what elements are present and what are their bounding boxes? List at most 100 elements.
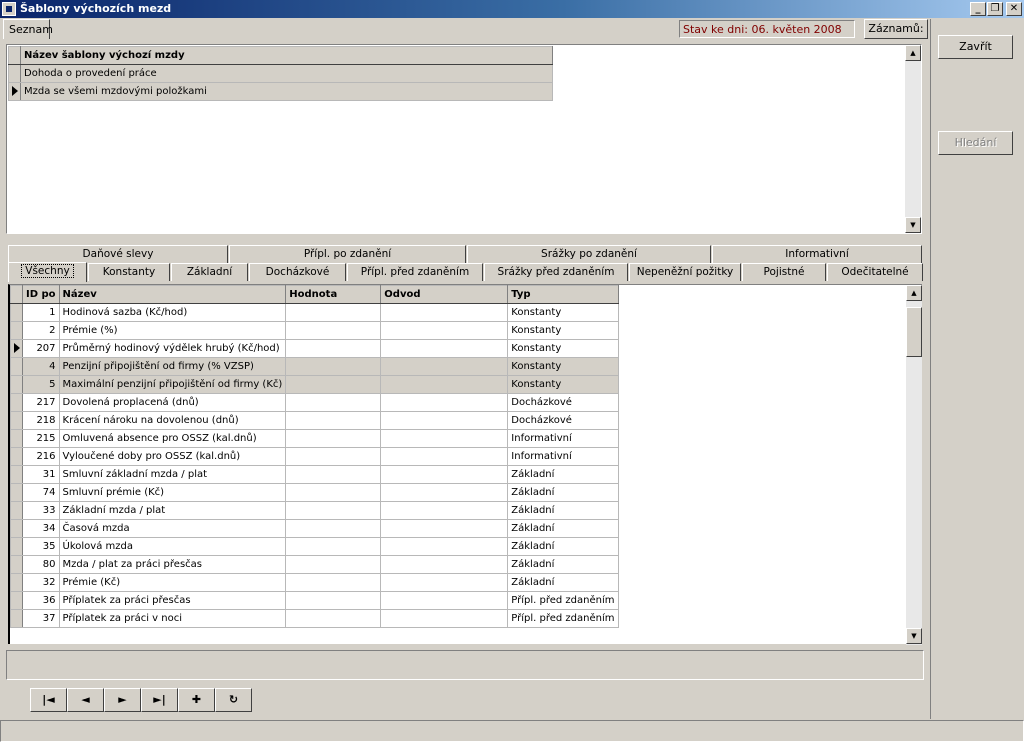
item-row[interactable]: 74 Smluvní prémie (Kč) Základní (10, 483, 619, 502)
type-cell[interactable]: Informativní (507, 447, 619, 466)
type-cell[interactable]: Konstanty (507, 339, 619, 358)
odvod-cell[interactable] (380, 303, 509, 322)
value-cell[interactable] (285, 591, 382, 610)
name-cell[interactable]: Příplatek za práci v noci (58, 609, 287, 628)
row-indicator[interactable] (10, 519, 23, 538)
id-cell[interactable]: 5 (22, 375, 60, 394)
tab-seznam[interactable]: Seznam (3, 19, 53, 39)
tab-row2-6[interactable]: Nepeněžní požitky (629, 263, 741, 281)
odvod-cell[interactable] (380, 321, 509, 340)
id-cell[interactable]: 37 (22, 609, 60, 628)
name-cell[interactable]: Mzda / plat za práci přesčas (58, 555, 287, 574)
type-cell[interactable]: Docházkové (507, 393, 619, 412)
type-cell[interactable]: Konstanty (507, 375, 619, 394)
name-cell[interactable]: Průměrný hodinový výdělek hrubý (Kč/hod) (58, 339, 287, 358)
template-name-cell[interactable]: Mzda se všemi mzdovými položkami (20, 82, 553, 101)
odvod-cell[interactable] (380, 573, 509, 592)
value-cell[interactable] (285, 321, 382, 340)
odvod-cell[interactable] (380, 483, 509, 502)
type-cell[interactable]: Základní (507, 501, 619, 520)
id-cell[interactable]: 36 (22, 591, 60, 610)
odvod-cell[interactable] (380, 519, 509, 538)
item-row[interactable]: 34 Časová mzda Základní (10, 519, 619, 538)
item-row[interactable]: 2 Prémie (%) Konstanty (10, 321, 619, 340)
value-cell[interactable] (285, 393, 382, 412)
tab-row2-2[interactable]: Základní (171, 263, 248, 281)
odvod-cell[interactable] (380, 375, 509, 394)
close-form-button[interactable]: Zavřít (938, 35, 1013, 59)
item-row[interactable]: 32 Prémie (Kč) Základní (10, 573, 619, 592)
name-cell[interactable]: Penzijní připojištění od firmy (% VZSP) (58, 357, 287, 376)
previous-record-icon[interactable]: ◄ (67, 688, 104, 712)
odvod-cell[interactable] (380, 411, 509, 430)
name-cell[interactable]: Smluvní prémie (Kč) (58, 483, 287, 502)
odvod-cell[interactable] (380, 429, 509, 448)
templates-scrollbar[interactable]: ▲ ▼ (905, 45, 921, 233)
row-indicator[interactable] (10, 411, 23, 430)
items-grid[interactable]: ID po Název Hodnota Odvod Typ 1 Hodinová sazb… (8, 284, 922, 645)
row-indicator[interactable] (10, 483, 23, 502)
id-cell[interactable]: 35 (22, 537, 60, 556)
type-cell[interactable]: Základní (507, 555, 619, 574)
id-cell[interactable]: 215 (22, 429, 60, 448)
close-button[interactable]: ✕ (1006, 2, 1022, 16)
value-cell[interactable] (285, 519, 382, 538)
item-row[interactable]: 4 Penzijní připojištění od firmy (% VZSP)… (10, 357, 619, 376)
value-cell[interactable] (285, 537, 382, 556)
name-cell[interactable]: Maximální penzijní připojištění od firmy… (58, 375, 287, 394)
row-indicator[interactable] (10, 357, 23, 376)
odvod-cell[interactable] (380, 591, 509, 610)
item-row[interactable]: 33 Základní mzda / plat Základní (10, 501, 619, 520)
value-cell[interactable] (285, 357, 382, 376)
item-row[interactable]: 36 Příplatek za práci přesčas Přípl. před … (10, 591, 619, 610)
name-cell[interactable]: Úkolová mzda (58, 537, 287, 556)
type-cell[interactable]: Základní (507, 483, 619, 502)
column-header-template-name[interactable]: Název šablony výchozí mzdy (20, 46, 553, 65)
tab-row2-0[interactable]: Všechny (8, 262, 87, 282)
item-row[interactable]: 207 Průměrný hodinový výdělek hrubý (Kč/h… (10, 339, 619, 358)
id-cell[interactable]: 32 (22, 573, 60, 592)
row-indicator[interactable] (10, 573, 23, 592)
value-cell[interactable] (285, 555, 382, 574)
tab-row2-7[interactable]: Pojistné (742, 263, 826, 281)
type-cell[interactable]: Docházkové (507, 411, 619, 430)
restore-button[interactable]: ❐ (987, 2, 1003, 16)
row-indicator[interactable] (10, 501, 23, 520)
tab-row1-2[interactable]: Srážky po zdanění (467, 245, 711, 263)
name-cell[interactable]: Prémie (%) (58, 321, 287, 340)
item-row[interactable]: 216 Vyloučené doby pro OSSZ (kal.dnů) Info… (10, 447, 619, 466)
odvod-cell[interactable] (380, 555, 509, 574)
value-cell[interactable] (285, 375, 382, 394)
type-cell[interactable]: Konstanty (507, 303, 619, 322)
row-indicator[interactable] (8, 82, 21, 101)
last-record-icon[interactable]: ►| (141, 688, 178, 712)
scroll-up-arrow-icon[interactable]: ▲ (906, 285, 922, 301)
template-name-cell[interactable]: Dohoda o provedení práce (20, 64, 553, 83)
value-cell[interactable] (285, 573, 382, 592)
odvod-cell[interactable] (380, 393, 509, 412)
odvod-cell[interactable] (380, 501, 509, 520)
tab-row2-1[interactable]: Konstanty (88, 263, 170, 281)
name-cell[interactable]: Prémie (Kč) (58, 573, 287, 592)
records-count-button[interactable]: Záznamů: (864, 19, 928, 39)
name-cell[interactable]: Vyloučené doby pro OSSZ (kal.dnů) (58, 447, 287, 466)
scrollbar-track[interactable] (905, 61, 921, 117)
column-header-value[interactable]: Hodnota (285, 285, 382, 304)
first-record-icon[interactable]: |◄ (30, 688, 67, 712)
tab-row1-0[interactable]: Daňové slevy (8, 245, 228, 263)
id-cell[interactable]: 216 (22, 447, 60, 466)
name-cell[interactable]: Časová mzda (58, 519, 287, 538)
tab-row1-3[interactable]: Informativní (712, 245, 922, 263)
item-row[interactable]: 5 Maximální penzijní připojištění od firm… (10, 375, 619, 394)
item-row[interactable]: 1 Hodinová sazba (Kč/hod) Konstanty (10, 303, 619, 322)
row-indicator[interactable] (10, 537, 23, 556)
row-indicator[interactable] (10, 555, 23, 574)
template-row[interactable]: Mzda se všemi mzdovými položkami (8, 82, 553, 101)
id-cell[interactable]: 217 (22, 393, 60, 412)
name-cell[interactable]: Krácení nároku na dovolenou (dnů) (58, 411, 287, 430)
tab-row2-3[interactable]: Docházkové (249, 263, 346, 281)
type-cell[interactable]: Konstanty (507, 357, 619, 376)
type-cell[interactable]: Základní (507, 519, 619, 538)
type-cell[interactable]: Konstanty (507, 321, 619, 340)
value-cell[interactable] (285, 501, 382, 520)
